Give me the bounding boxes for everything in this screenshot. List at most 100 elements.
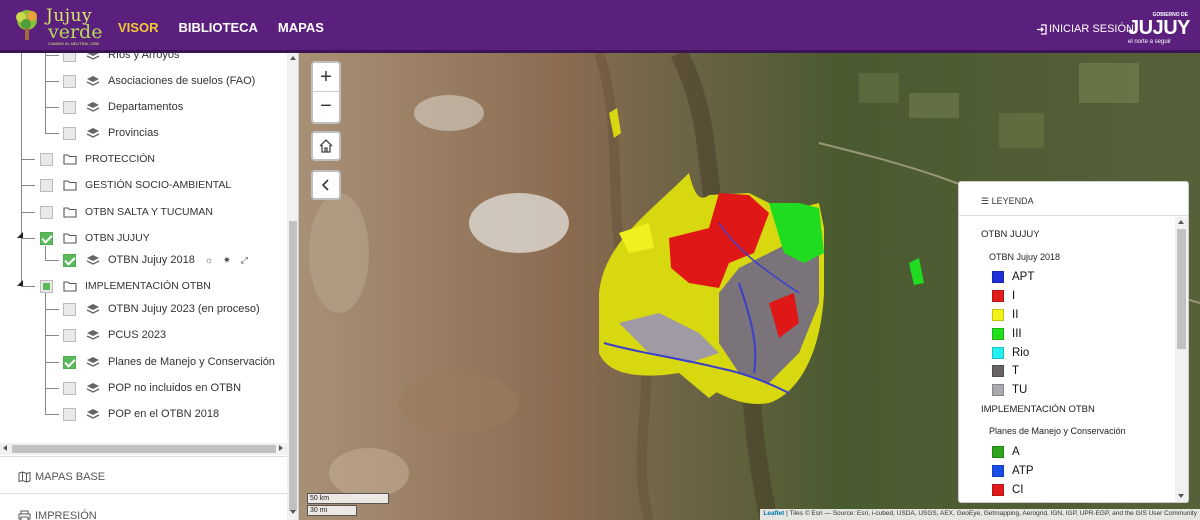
scroll-thumb[interactable] [1177,229,1186,349]
layer-checkbox[interactable] [63,328,76,342]
legend-item: T [992,364,1019,378]
layer-otbn-jujuy-2018[interactable]: OTBN Jujuy 2018 ☼ ✷ ⤢ [63,250,248,270]
group-implementacion-otbn[interactable]: IMPLEMENTACIÓN OTBN [40,276,211,296]
logo-tagline: CAMINO AL NEUTRAL 2050 [48,41,100,46]
layer-rios-arroyos[interactable]: Ríos y Arroyos [63,53,180,65]
horizontal-scrollbar[interactable] [0,443,287,455]
layer-checkbox[interactable] [63,355,76,369]
layer-checkbox[interactable] [63,302,76,316]
layer-otbn-jujuy-2023[interactable]: OTBN Jujuy 2023 (en proceso) [63,299,260,319]
scroll-right-arrow[interactable] [279,445,283,451]
group-checkbox[interactable] [40,178,53,192]
scroll-down-arrow[interactable] [1178,494,1184,498]
scroll-left-arrow[interactable] [3,445,7,451]
scroll-thumb[interactable] [289,221,297,511]
jujuy-verde-logo[interactable]: Jujuy verde CAMINO AL NEUTRAL 2050 [12,6,102,46]
legend-item: A [992,445,1020,459]
gobierno-jujuy-logo[interactable]: GOBIERNO DE JUJUY el norte a seguir [1126,12,1190,46]
layer-checkbox[interactable] [63,126,76,140]
login-label: INICIAR SESIÓN [1049,23,1134,35]
nav-biblioteca[interactable]: BIBLIOTECA [178,20,257,35]
legend-swatch [992,484,1004,496]
tree-line [45,55,59,56]
collapse-sidebar-button[interactable] [311,170,341,200]
scroll-down-arrow[interactable] [290,510,296,514]
legend-item-label: TU [1012,384,1028,396]
layers-icon [86,357,100,367]
scroll-up-arrow[interactable] [1178,220,1184,224]
sidebar-vertical-scrollbar[interactable] [287,53,298,520]
group-label: PROTECCIÓN [85,153,156,165]
layer-label: Ríos y Arroyos [108,53,180,61]
legend-panel: ☰ LEYENDA OTBN JUJUY OTBN Jujuy 2018 APT… [958,181,1189,503]
layer-pop-no-incluidos[interactable]: POP no incluidos en OTBN [63,378,241,398]
group-checkbox[interactable] [40,152,53,166]
zoom-out-button[interactable]: − [313,92,339,121]
layer-label: Planes de Manejo y Conservación [108,356,275,368]
map-attribution: Leaflet | Tiles © Esri — Source: Esri, i… [760,509,1200,520]
tree-line [45,293,46,415]
nav-mapas[interactable]: MAPAS [278,20,324,35]
layer-planes-manejo[interactable]: Planes de Manejo y Conservación ☼ [63,352,287,372]
group-gestion-socio-ambiental[interactable]: GESTIÓN SOCIO-AMBIENTAL [40,175,231,195]
legend-item-label: ATP [1012,465,1034,477]
brightness-low-icon[interactable]: ☼ [205,255,213,266]
nav-visor[interactable]: VISOR [118,20,158,35]
group-checkbox[interactable] [40,279,53,293]
layer-checkbox[interactable] [63,407,76,421]
layer-tools: ☼ ✷ ⤢ [205,255,248,266]
base-maps-section[interactable]: MAPAS BASE [18,471,105,483]
group-checkbox[interactable] [40,205,53,219]
home-button[interactable] [311,131,341,161]
layer-departamentos[interactable]: Departamentos [63,97,183,117]
tree-line [21,185,35,186]
legend-header[interactable]: ☰ LEYENDA [959,182,1188,216]
group-otbn-jujuy[interactable]: OTBN JUJUY [40,228,150,248]
brightness-high-icon[interactable]: ✷ [223,255,231,266]
zoom-to-layer-icon[interactable]: ⤢ [241,255,248,266]
layer-label: PCUS 2023 [108,329,167,341]
legend-item: Rio [992,346,1029,360]
scale-bar-km: 50 km [307,493,389,504]
layer-checkbox[interactable] [63,74,76,88]
print-section[interactable]: IMPRESIÓN [18,510,97,520]
home-icon [319,139,333,153]
layers-icon [86,53,100,60]
group-otbn-salta-tucuman[interactable]: OTBN SALTA Y TUCUMAN [40,202,213,222]
layer-pop-otbn-2018[interactable]: POP en el OTBN 2018 [63,404,219,424]
tree-line [45,107,59,108]
layer-provincias[interactable]: Provincias [63,123,159,143]
legend-swatch [992,271,1004,283]
list-icon: ☰ [981,196,990,206]
legend-swatch [992,384,1004,396]
layer-checkbox[interactable] [63,381,76,395]
printer-icon [18,510,31,520]
collapse-arrow-icon[interactable] [17,280,24,287]
layer-checkbox[interactable] [63,253,76,267]
layers-icon [86,383,100,393]
group-checkbox[interactable] [40,231,53,245]
layer-checkbox[interactable] [63,53,76,62]
legend-swatch [992,290,1004,302]
legend-item-label: III [1012,328,1022,340]
layer-checkbox[interactable] [63,100,76,114]
layers-icon [86,304,100,314]
layer-pcus-2023[interactable]: PCUS 2023 [63,325,166,345]
group-proteccion[interactable]: PROTECCIÓN [40,149,155,169]
base-maps-label: MAPAS BASE [35,471,106,483]
tree-line [21,159,35,160]
scroll-thumb[interactable] [12,445,276,453]
group-label: OTBN JUJUY [85,232,150,244]
folder-icon [63,207,77,218]
map-canvas[interactable]: + − 50 km 30 mi Leaflet | Tiles © Esri —… [299,53,1200,520]
legend-scrollbar[interactable] [1175,217,1188,502]
zoom-in-button[interactable]: + [313,63,339,92]
login-link[interactable]: INICIAR SESIÓN [1036,23,1134,35]
layer-asociaciones-suelos[interactable]: Asociaciones de suelos (FAO) [63,71,255,91]
collapse-arrow-icon[interactable] [17,232,24,239]
legend-title: LEYENDA [991,196,1034,206]
scroll-up-arrow[interactable] [290,56,296,60]
leaflet-link[interactable]: Leaflet [763,510,784,517]
divider [0,456,287,457]
legend-item: I [992,289,1015,303]
